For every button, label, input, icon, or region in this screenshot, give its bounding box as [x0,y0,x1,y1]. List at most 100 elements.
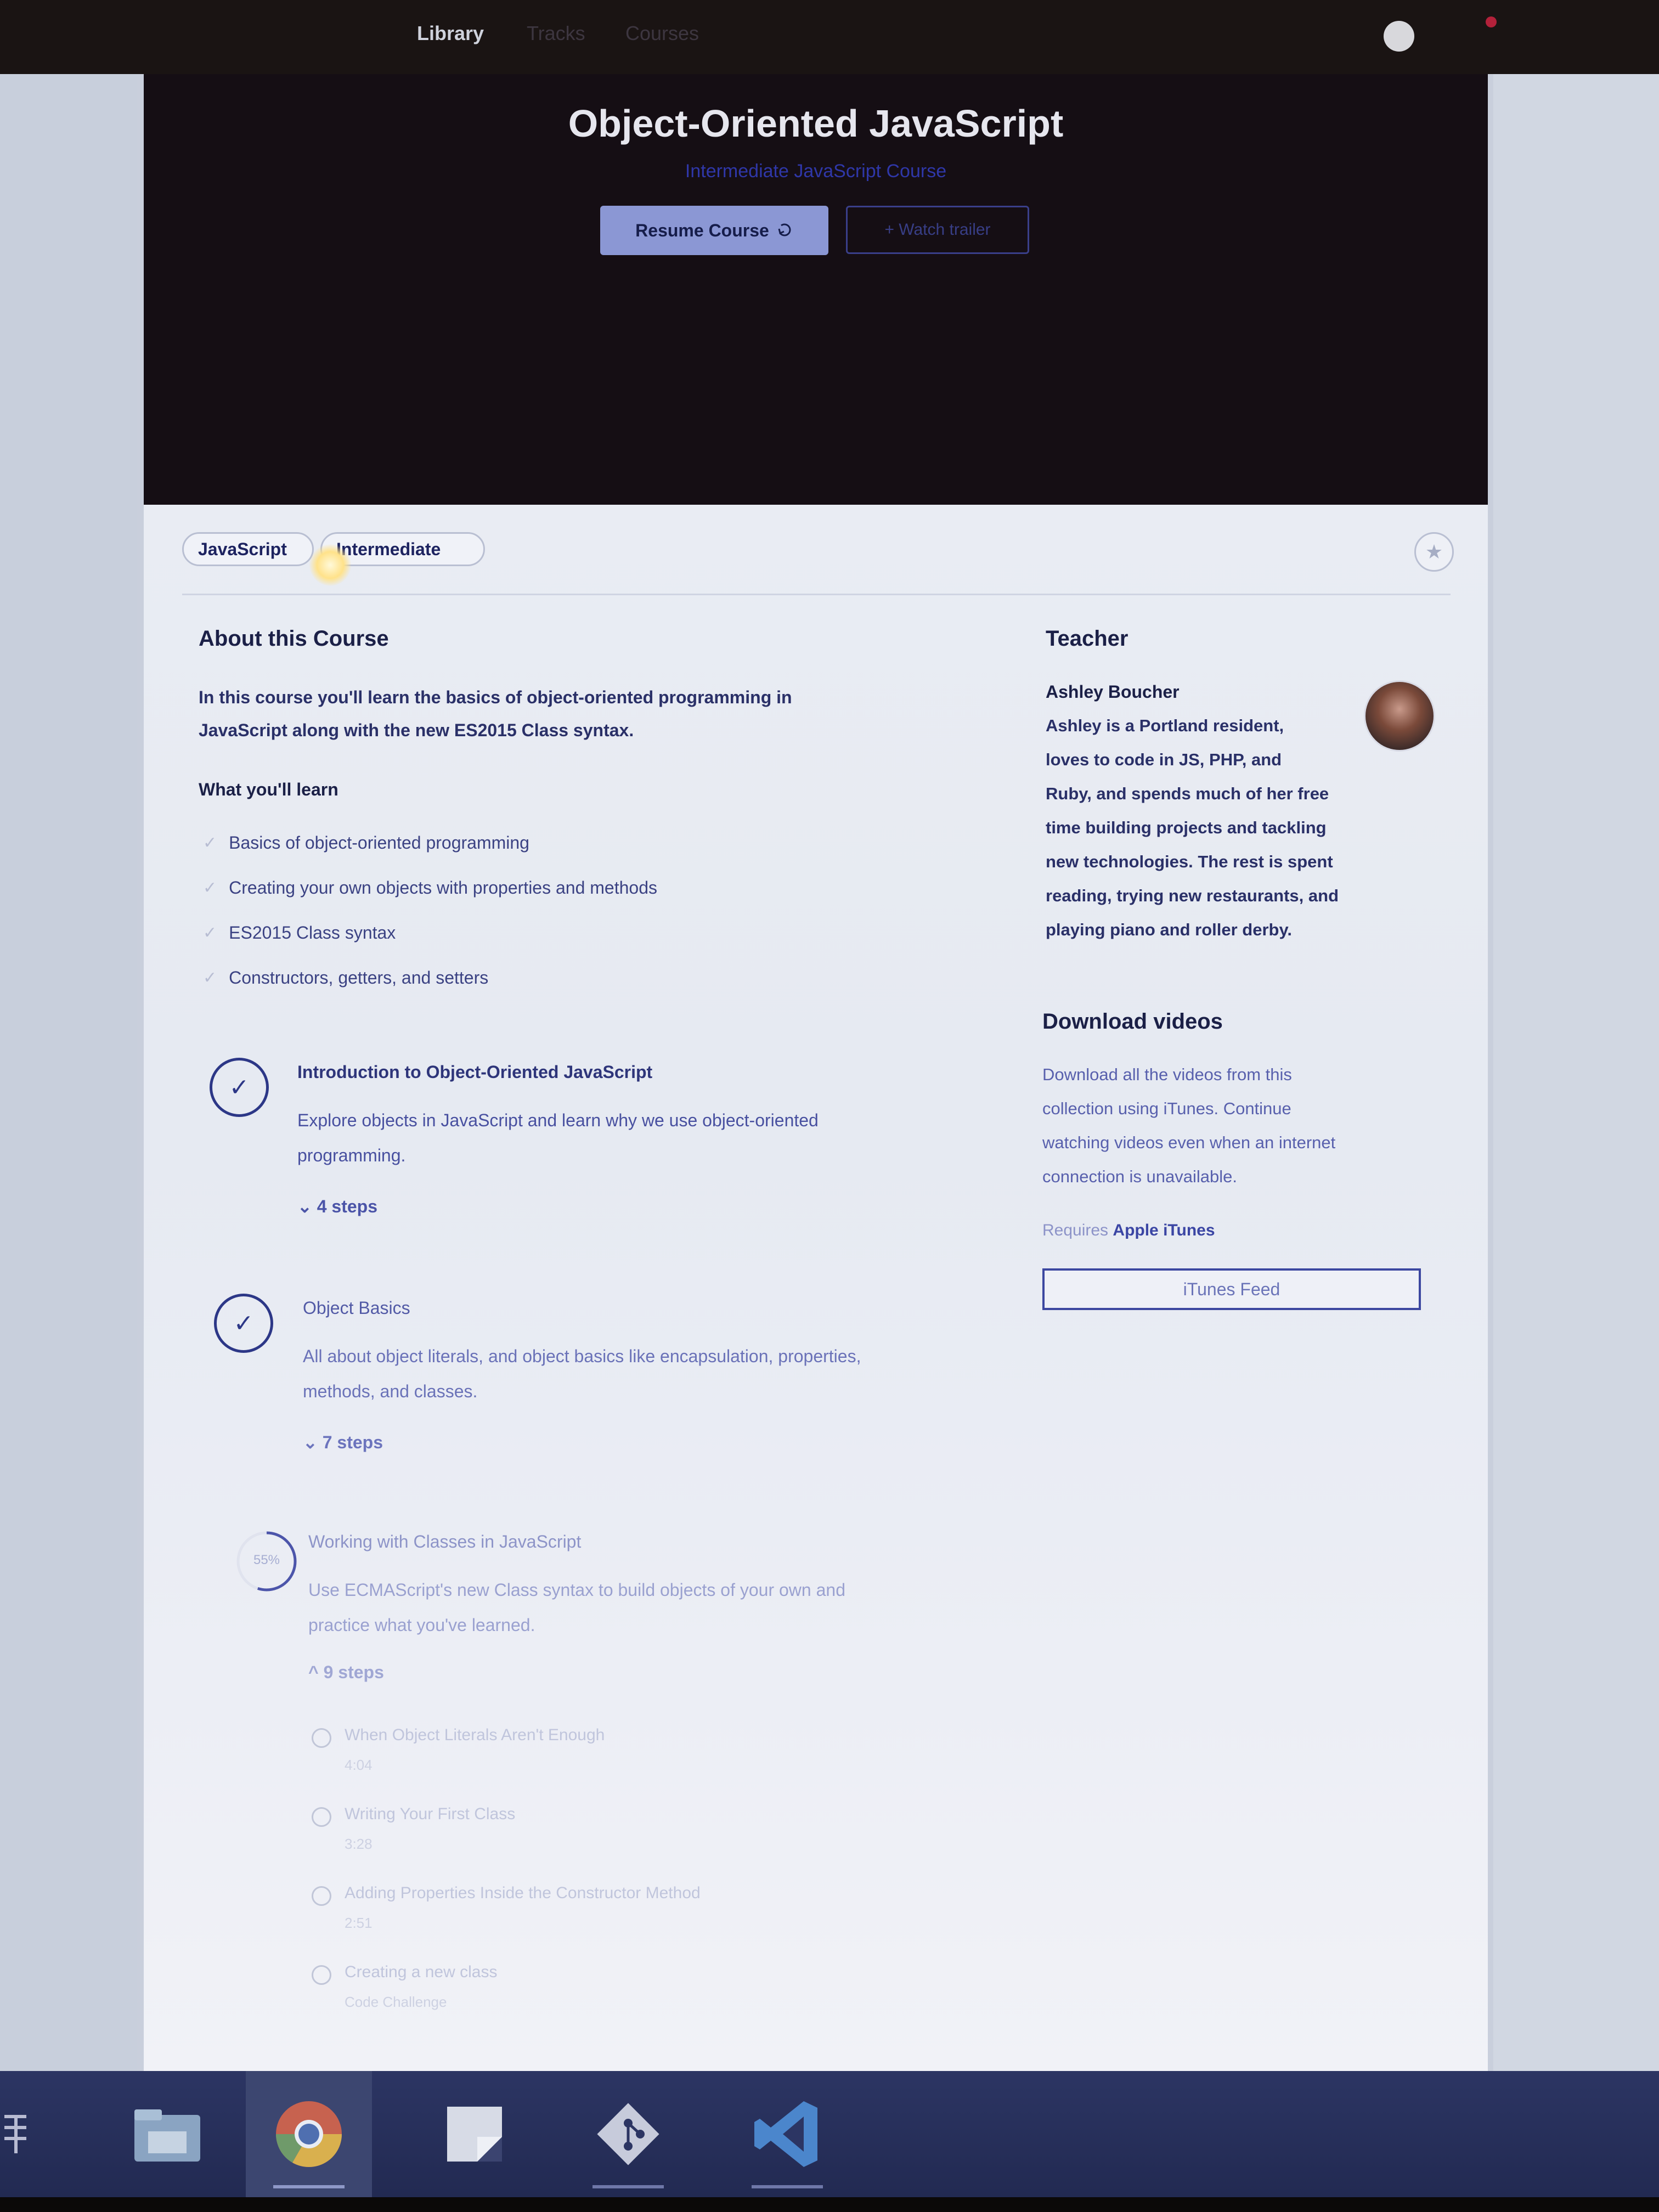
about-heading: About this Course [199,627,389,651]
folder-icon[interactable] [104,2071,230,2197]
step-status-icon [312,1807,331,1827]
about-description-line1: In this course you'll learn the basics o… [199,687,792,707]
learn-item-label: Constructors, getters, and setters [229,968,489,988]
learn-item-label: Creating your own objects with propertie… [229,878,657,898]
account-icon[interactable] [1384,21,1414,52]
about-description-line2: JavaScript along with the new ES2015 Cla… [199,720,634,740]
itunes-feed-button[interactable]: iTunes Feed [1042,1268,1421,1310]
check-icon: ✓ [203,924,217,942]
download-requirement: Requires Apple iTunes [1042,1214,1215,1248]
download-description-line: Download all the videos from this [1042,1065,1292,1084]
stage-description-line: Use ECMAScript's new Class syntax to bui… [308,1580,845,1600]
teacher-bio-line: time building projects and tackling [1046,818,1327,837]
vscode-icon[interactable] [724,2071,850,2197]
check-icon: ✓ [203,969,217,987]
learn-item: ✓ Basics of object-oriented programming [203,833,529,853]
course-details-card: JavaScript Intermediate ★ About this Cou… [144,505,1488,2071]
stage-description-line: Explore objects in JavaScript and learn … [297,1110,819,1130]
learn-item-label: ES2015 Class syntax [229,923,396,943]
step-status-icon [312,1965,331,1985]
stage-description: Explore objects in JavaScript and learn … [297,1103,983,1173]
stage-title[interactable]: Introduction to Object-Oriented JavaScri… [297,1062,652,1082]
step-duration: 2:51 [345,1915,373,1931]
nav-library-link[interactable]: Library [417,22,484,45]
resume-course-button[interactable]: Resume Course [600,206,828,255]
step-item[interactable]: Creating a new class Code Challenge [312,1963,497,2011]
active-app-indicator [273,2185,345,2188]
learn-item: ✓ Constructors, getters, and setters [203,968,488,988]
page-margin-right [1493,74,1659,2071]
stage-title[interactable]: Working with Classes in JavaScript [308,1532,581,1552]
step-status-icon [312,1886,331,1906]
watch-trailer-button[interactable]: + Watch trailer [846,206,1029,254]
learn-item: ✓ Creating your own objects with propert… [203,878,657,898]
requires-label: Requires [1042,1221,1109,1239]
check-icon: ✓ [203,879,217,897]
learn-heading: What you'll learn [199,780,338,799]
screen-bezel [0,2197,1659,2212]
step-name: Writing Your First Class [345,1805,516,1823]
star-icon: ★ [1425,540,1443,563]
resume-arrow-icon [778,223,791,236]
stage-steps-toggle[interactable]: ^ 9 steps [308,1662,384,1683]
stage-complete-icon: ✓ [214,1294,273,1353]
teacher-name[interactable]: Ashley Boucher [1046,675,1180,709]
download-description-line: collection using iTunes. Continue [1042,1099,1291,1118]
stage-description-line: All about object literals, and object ba… [303,1346,861,1366]
step-item[interactable]: Writing Your First Class 3:28 [312,1805,515,1853]
step-status-icon [312,1728,331,1748]
open-app-indicator [592,2185,664,2188]
step-item[interactable]: When Object Literals Aren't Enough 4:04 [312,1726,605,1774]
start-menu-icon[interactable] [0,2104,33,2164]
step-name: Adding Properties Inside the Constructor… [345,1884,701,1902]
screen-glare [309,544,351,586]
stage-description-line: programming. [297,1146,406,1165]
stage-description-line: practice what you've learned. [308,1615,535,1635]
teacher-bio: Ashley is a Portland resident, loves to … [1046,709,1339,947]
stage-description: All about object literals, and object ba… [303,1339,989,1409]
download-heading: Download videos [1042,1009,1223,1034]
teacher-bio-line: loves to code in JS, PHP, and [1046,750,1282,769]
check-icon: ✓ [203,834,217,852]
git-icon[interactable] [565,2071,691,2197]
stage-steps-toggle[interactable]: ⌄ 4 steps [297,1196,377,1217]
teacher-bio-line: reading, trying new restaurants, and [1046,886,1339,905]
bookmark-star-button[interactable]: ★ [1414,532,1454,572]
stage-description: Use ECMAScript's new Class syntax to bui… [308,1572,994,1643]
teacher-bio-line: playing piano and roller derby. [1046,920,1293,939]
course-title: Object-Oriented JavaScript [568,102,1064,145]
step-duration: 3:28 [345,1836,373,1852]
chrome-icon[interactable] [246,2071,372,2197]
nav-tracks-link[interactable]: Tracks [527,22,585,45]
resume-course-label: Resume Course [635,220,769,240]
course-subtitle[interactable]: Intermediate JavaScript Course [144,161,1488,182]
course-hero: Object-Oriented JavaScript Intermediate … [144,74,1488,505]
teacher-bio-line: Ruby, and spends much of her free [1046,784,1329,803]
requires-app-link[interactable]: Apple iTunes [1113,1221,1215,1239]
topic-tag[interactable]: JavaScript [182,532,314,566]
download-description: Download all the videos from this collec… [1042,1058,1335,1194]
page-margin-left [0,74,137,2071]
learn-item-label: Basics of object-oriented programming [229,833,529,853]
download-description-line: connection is unavailable. [1042,1167,1238,1186]
stage-steps-toggle[interactable]: ⌄ 7 steps [303,1432,383,1453]
download-description-line: watching videos even when an internet [1042,1133,1336,1152]
sticky-notes-icon[interactable] [411,2071,538,2197]
step-duration: Code Challenge [345,1994,447,2010]
stage-description-line: methods, and classes. [303,1381,478,1401]
teacher-bio-line: new technologies. The rest is spent [1046,852,1333,871]
step-name: When Object Literals Aren't Enough [345,1726,605,1744]
teacher-bio-line: Ashley is a Portland resident, [1046,716,1284,735]
stage-progress-label: 55% [253,1553,280,1567]
step-duration: 4:04 [345,1757,373,1773]
top-navigation-bar: Library Tracks Courses [0,0,1659,74]
nav-courses-link[interactable]: Courses [625,22,699,45]
open-app-indicator [752,2185,823,2188]
teacher-heading: Teacher [1046,627,1128,651]
step-name: Creating a new class [345,1963,498,1981]
stage-title[interactable]: Object Basics [303,1298,410,1318]
divider [182,594,1451,595]
teacher-avatar [1364,680,1435,752]
notification-dot-icon [1486,16,1497,27]
step-item[interactable]: Adding Properties Inside the Constructor… [312,1884,701,1932]
